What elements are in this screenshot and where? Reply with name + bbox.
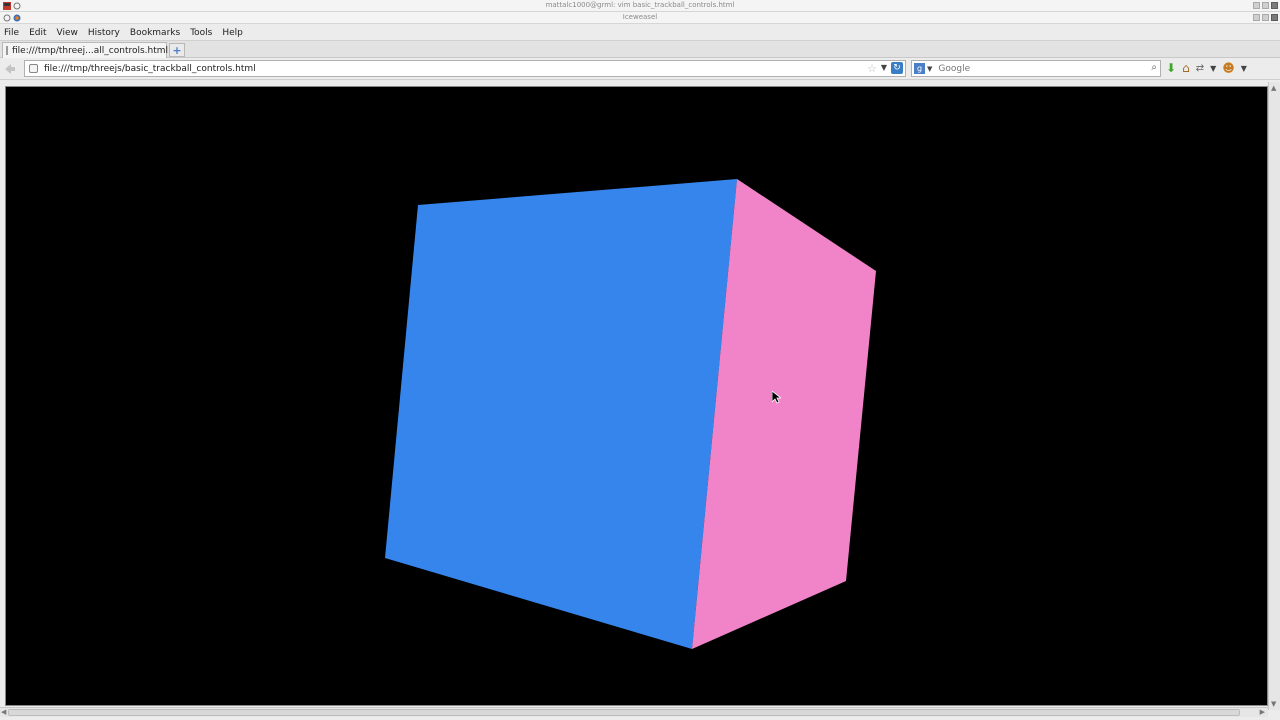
switch-dropdown-icon[interactable]: ▼: [1210, 61, 1216, 76]
scroll-left-arrow-icon[interactable]: ◀: [1, 708, 6, 716]
plus-icon: +: [172, 43, 182, 57]
menu-file[interactable]: File: [4, 28, 19, 38]
menu-edit[interactable]: Edit: [29, 28, 46, 38]
new-tab-button[interactable]: +: [169, 43, 185, 57]
url-bar[interactable]: file:///tmp/threejs/basic_trackball_cont…: [24, 60, 906, 77]
maximize-button[interactable]: [1262, 14, 1269, 21]
maximize-button[interactable]: [1262, 2, 1269, 9]
horizontal-scroll-thumb[interactable]: [8, 709, 1240, 716]
os-window-controls: [1253, 2, 1278, 9]
monkey-dropdown-icon[interactable]: ▼: [1241, 61, 1247, 76]
menu-tools[interactable]: Tools: [190, 28, 212, 38]
menu-view[interactable]: View: [57, 28, 78, 38]
menu-bookmarks[interactable]: Bookmarks: [130, 28, 180, 38]
search-engine-dropdown-icon[interactable]: ▼: [927, 65, 932, 73]
minimize-button[interactable]: [1253, 2, 1260, 9]
switch-icon[interactable]: ⇄: [1196, 61, 1204, 76]
scroll-right-arrow-icon[interactable]: ▶: [1260, 708, 1265, 716]
cube-scene: [6, 87, 1267, 705]
scroll-down-arrow-icon[interactable]: ▼: [1271, 700, 1276, 708]
back-arrow-icon: [5, 64, 15, 74]
os-window-title: mattalc1000@grml: vim basic_trackball_co…: [545, 1, 735, 9]
google-icon[interactable]: g: [914, 63, 925, 74]
search-icon[interactable]: ⌕: [1151, 62, 1157, 73]
browser-window-titlebar[interactable]: Iceweasel: [0, 12, 1280, 24]
scroll-up-arrow-icon[interactable]: ▲: [1271, 84, 1276, 92]
vertical-scrollbar[interactable]: ▲ ▼: [1268, 82, 1280, 710]
browser-window-controls: [1253, 14, 1278, 21]
tab-label: file:///tmp/threej...all_controls.html: [12, 45, 169, 56]
page-icon: [6, 46, 8, 55]
close-button[interactable]: [1271, 2, 1278, 9]
bookmark-star-icon[interactable]: ☆: [867, 62, 877, 75]
close-button[interactable]: [1271, 14, 1278, 21]
search-input[interactable]: [938, 63, 1139, 74]
menu-bar: File Edit View History Bookmarks Tools H…: [0, 25, 1280, 41]
search-bar[interactable]: g ▼ ⌕: [911, 60, 1161, 77]
monkey-icon[interactable]: ☻: [1222, 61, 1235, 76]
reload-icon[interactable]: ↻: [891, 62, 903, 74]
menu-help[interactable]: Help: [222, 28, 243, 38]
menu-history[interactable]: History: [88, 28, 120, 38]
tab-active[interactable]: file:///tmp/threej...all_controls.html: [2, 42, 169, 58]
navigation-bar: file:///tmp/threejs/basic_trackball_cont…: [0, 58, 1280, 80]
mouse-cursor-icon: [771, 390, 783, 407]
tab-bar: file:///tmp/threej...all_controls.html +: [0, 41, 1280, 58]
site-identity-icon[interactable]: [29, 64, 38, 73]
download-icon[interactable]: ⬇: [1166, 61, 1176, 76]
os-window-titlebar[interactable]: mattalc1000@grml: vim basic_trackball_co…: [0, 0, 1280, 12]
browser-window-title: Iceweasel: [622, 13, 658, 21]
url-history-dropdown-icon[interactable]: ▼: [881, 63, 887, 72]
back-button[interactable]: [3, 62, 17, 76]
minimize-button[interactable]: [1253, 14, 1260, 21]
webgl-canvas[interactable]: [5, 86, 1268, 706]
url-text: file:///tmp/threejs/basic_trackball_cont…: [44, 63, 256, 74]
home-icon[interactable]: ⌂: [1182, 61, 1190, 76]
toolbar-icons: ⬇ ⌂ ⇄ ▼ ☻ ▼: [1166, 61, 1247, 76]
horizontal-scrollbar[interactable]: ◀ ▶: [0, 707, 1268, 717]
